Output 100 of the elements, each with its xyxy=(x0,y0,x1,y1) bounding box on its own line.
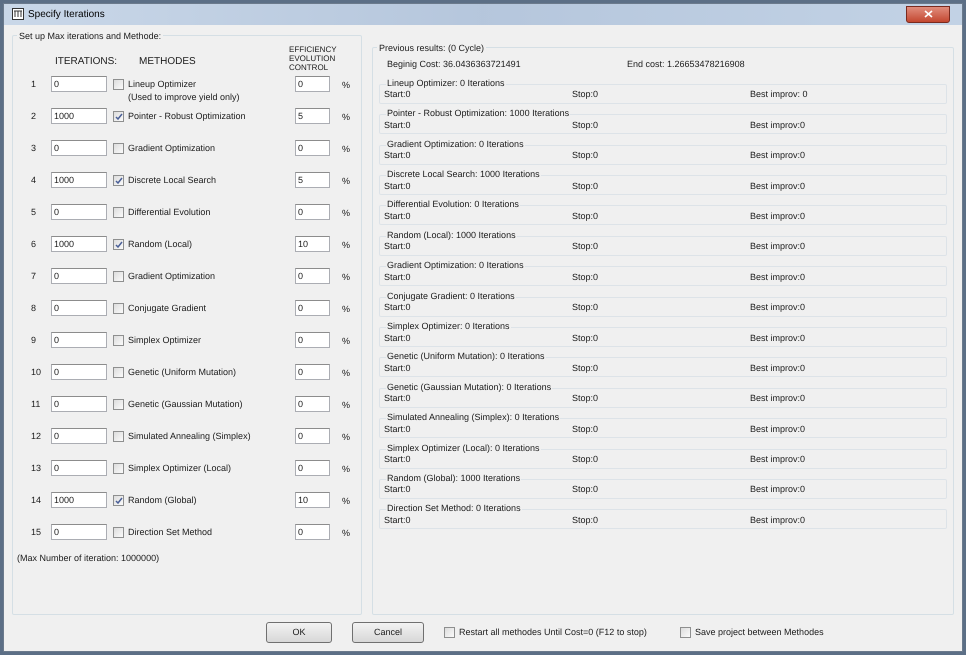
iterations-field[interactable]: 0 xyxy=(51,204,107,220)
method-label: Gradient Optimization xyxy=(128,270,216,283)
checkbox[interactable] xyxy=(113,463,124,474)
efficiency-field[interactable]: 0 xyxy=(295,204,330,220)
efficiency-field[interactable]: 0 xyxy=(295,76,330,92)
checkbox[interactable] xyxy=(113,111,124,122)
percent-label: % xyxy=(342,430,350,444)
start-value: Start:0 xyxy=(384,88,412,102)
column-header: METHODES xyxy=(139,54,197,69)
percent-label: % xyxy=(342,398,350,412)
efficiency-field[interactable]: 10 xyxy=(295,492,330,508)
efficiency-field[interactable]: 10 xyxy=(295,236,330,252)
iterations-field[interactable]: 0 xyxy=(51,140,107,156)
checkbox[interactable] xyxy=(113,239,124,250)
end-cost: End cost: 1.26653478216908 xyxy=(627,58,745,71)
checkbox[interactable] xyxy=(680,627,691,638)
group-title: Simplex Optimizer: 0 Iterations xyxy=(386,321,511,332)
efficiency-field[interactable]: 0 xyxy=(295,364,330,380)
start-value: Start:0 xyxy=(384,270,412,284)
check-icon xyxy=(114,176,122,185)
percent-label: % xyxy=(342,270,350,284)
stop-value: Stop:0 xyxy=(572,270,600,284)
iterations-field[interactable]: 0 xyxy=(51,460,107,476)
dialog-button[interactable]: OK xyxy=(266,622,332,644)
efficiency-field[interactable]: 0 xyxy=(295,332,330,348)
row-number: 12 xyxy=(30,430,42,443)
checkbox[interactable] xyxy=(113,431,124,442)
percent-label: % xyxy=(342,494,350,508)
best-improvement: Best improv:0 xyxy=(750,270,806,284)
checkbox[interactable] xyxy=(113,335,124,346)
group-title: Pointer - Robust Optimization: 1000 Iterations xyxy=(386,108,570,118)
start-value: Start:0 xyxy=(384,180,412,193)
iterations-field[interactable]: 1000 xyxy=(51,236,107,252)
iterations-field[interactable]: 1000 xyxy=(51,172,107,188)
percent-label: % xyxy=(342,526,350,540)
checkbox[interactable] xyxy=(113,207,124,218)
iterations-field[interactable]: 0 xyxy=(51,396,107,412)
dialog-button[interactable]: Cancel xyxy=(352,622,424,644)
iterations-field[interactable]: 0 xyxy=(51,524,107,540)
checkbox[interactable] xyxy=(113,303,124,314)
row-number: 11 xyxy=(30,398,42,411)
panel-title: Previous results: (0 Cycle) xyxy=(377,42,486,56)
group-title: Simplex Optimizer (Local): 0 Iterations xyxy=(386,442,541,453)
best-improvement: Best improv:0 xyxy=(750,301,806,314)
checkbox[interactable] xyxy=(113,367,124,378)
best-improvement: Best improv:0 xyxy=(750,210,806,223)
checkbox[interactable] xyxy=(113,175,124,186)
percent-label: % xyxy=(342,206,350,220)
efficiency-field[interactable]: 0 xyxy=(295,300,330,316)
iterations-field[interactable]: 0 xyxy=(51,268,107,284)
iterations-field[interactable]: 0 xyxy=(51,364,107,380)
best-improvement: Best improv:0 xyxy=(750,392,806,406)
row-number: 15 xyxy=(30,526,42,539)
iterations-field[interactable]: 1000 xyxy=(51,108,107,124)
best-improvement: Best improv:0 xyxy=(750,149,806,162)
efficiency-field[interactable]: 0 xyxy=(295,428,330,444)
efficiency-field[interactable]: 5 xyxy=(295,108,330,124)
begin-cost: Beginig Cost: 36.0436363721491 xyxy=(387,58,522,71)
percent-label: % xyxy=(342,142,350,156)
efficiency-field[interactable]: 0 xyxy=(295,268,330,284)
start-value: Start:0 xyxy=(384,210,412,223)
row-number: 1 xyxy=(30,78,38,91)
group-title: Direction Set Method: 0 Iterations xyxy=(386,503,522,514)
method-label: Conjugate Gradient xyxy=(128,302,206,315)
option-label: Save project between Methodes xyxy=(695,626,824,640)
efficiency-field[interactable]: 0 xyxy=(295,460,330,476)
checkbox[interactable] xyxy=(113,79,124,90)
app-icon xyxy=(12,8,24,20)
best-improvement: Best improv:0 xyxy=(750,453,806,466)
checkbox[interactable] xyxy=(113,527,124,538)
start-value: Start:0 xyxy=(384,240,412,254)
row-number: 2 xyxy=(30,110,38,123)
efficiency-field[interactable]: 0 xyxy=(295,140,330,156)
checkbox[interactable] xyxy=(113,143,124,154)
method-label: Discrete Local Search xyxy=(128,174,216,187)
best-improvement: Best improv:0 xyxy=(750,180,806,193)
close-button[interactable] xyxy=(906,6,950,23)
percent-label: % xyxy=(342,334,350,348)
iterations-field[interactable]: 0 xyxy=(51,332,107,348)
efficiency-field[interactable]: 0 xyxy=(295,524,330,540)
efficiency-field[interactable]: 5 xyxy=(295,172,330,188)
best-improvement: Best improv:0 xyxy=(750,240,806,254)
percent-label: % xyxy=(342,78,350,92)
efficiency-field[interactable]: 0 xyxy=(295,396,330,412)
start-value: Start:0 xyxy=(384,453,412,466)
method-label: Simplex Optimizer xyxy=(128,334,202,347)
iterations-field[interactable]: 0 xyxy=(51,300,107,316)
group-title: Random (Local): 1000 Iterations xyxy=(386,230,517,240)
checkbox[interactable] xyxy=(113,399,124,410)
iterations-field[interactable]: 0 xyxy=(51,428,107,444)
group-title: Discrete Local Search: 1000 Iterations xyxy=(386,169,541,180)
checkbox[interactable] xyxy=(113,271,124,282)
checkbox[interactable] xyxy=(113,495,124,506)
iterations-field[interactable]: 1000 xyxy=(51,492,107,508)
iterations-field[interactable]: 0 xyxy=(51,76,107,92)
row-number: 5 xyxy=(30,206,38,219)
stop-value: Stop:0 xyxy=(572,180,600,193)
check-icon xyxy=(114,496,122,505)
checkbox[interactable] xyxy=(444,627,455,638)
start-value: Start:0 xyxy=(384,483,412,496)
